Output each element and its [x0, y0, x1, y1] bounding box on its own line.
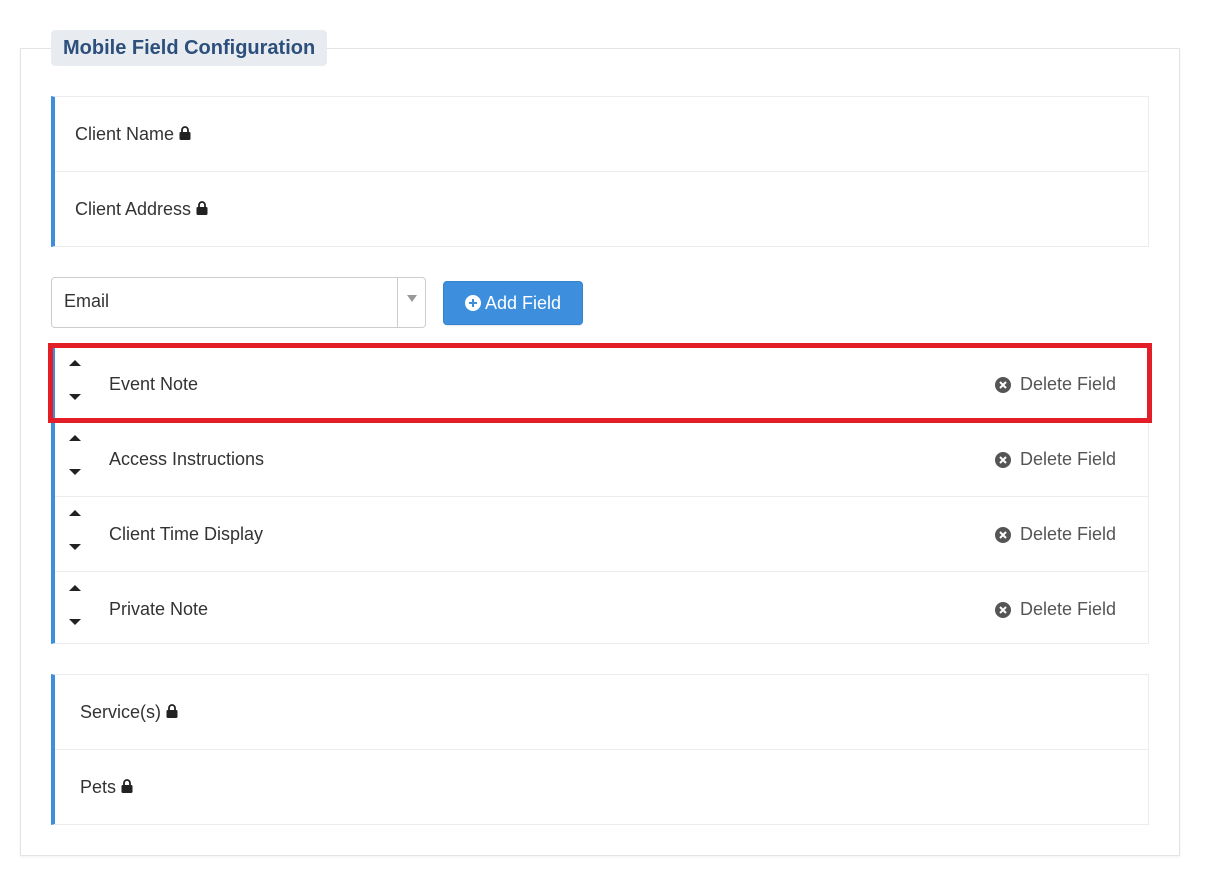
field-type-select[interactable]: Email: [51, 277, 426, 328]
delete-field-button[interactable]: Delete Field: [994, 572, 1116, 647]
field-type-selected-value: Email: [64, 291, 110, 311]
sort-handle: [69, 357, 83, 411]
locked-field-row: Client Address: [55, 172, 1148, 247]
lock-icon: [179, 124, 191, 145]
delete-field-label: Delete Field: [1019, 524, 1116, 544]
locked-fields-top: Client Name Client Address: [51, 96, 1149, 247]
field-label: Pets: [80, 777, 117, 797]
chevron-down-icon[interactable]: [407, 295, 417, 302]
field-label: Client Address: [75, 199, 192, 219]
caret-up-icon[interactable]: [69, 510, 81, 516]
locked-field-row: Pets: [55, 750, 1148, 825]
times-circle-icon: [994, 451, 1011, 468]
delete-field-button[interactable]: Delete Field: [994, 347, 1116, 422]
field-label: Client Name: [75, 123, 175, 144]
field-label: Service(s): [80, 701, 162, 722]
locked-fields-bottom: Service(s) Pets: [51, 674, 1149, 825]
sortable-field-row: Access Instructions Delete Field: [55, 422, 1148, 497]
sortable-field-row: Private Note Delete Field: [55, 572, 1148, 647]
sortable-field-row: Event Note Delete Field: [55, 347, 1148, 422]
delete-field-button[interactable]: Delete Field: [994, 497, 1116, 572]
delete-field-label: Delete Field: [1019, 449, 1116, 469]
plus-circle-icon: [464, 295, 481, 311]
add-field-button[interactable]: Add Field: [443, 281, 583, 325]
sortable-field-row: Client Time Display Delete Field: [55, 497, 1148, 572]
field-label: Event Note: [109, 374, 199, 394]
lock-icon: [196, 199, 208, 220]
times-circle-icon: [994, 526, 1011, 543]
times-circle-icon: [994, 376, 1011, 393]
sortable-fields: Event Note Delete Field Access Instructi…: [51, 346, 1149, 644]
delete-field-label: Delete Field: [1019, 374, 1116, 394]
field-label: Access Instructions: [109, 449, 265, 469]
caret-down-icon[interactable]: [69, 469, 81, 475]
caret-up-icon[interactable]: [69, 435, 81, 441]
times-circle-icon: [994, 601, 1011, 618]
caret-up-icon[interactable]: [69, 360, 81, 366]
sort-handle: [69, 507, 83, 561]
field-label: Private Note: [109, 599, 209, 619]
sort-handle: [69, 582, 83, 636]
add-field-label: Add Field: [484, 292, 562, 313]
panel-title: Mobile Field Configuration: [51, 30, 328, 66]
select-divider: [397, 278, 398, 327]
field-label: Client Time Display: [109, 524, 264, 544]
locked-field-row: Service(s): [55, 675, 1148, 750]
lock-icon: [166, 702, 178, 723]
sort-handle: [69, 432, 83, 486]
lock-icon: [121, 777, 133, 798]
caret-up-icon[interactable]: [69, 585, 81, 591]
delete-field-label: Delete Field: [1019, 599, 1116, 619]
caret-down-icon[interactable]: [69, 544, 81, 550]
delete-field-button[interactable]: Delete Field: [994, 422, 1116, 497]
locked-field-row: Client Name: [55, 97, 1148, 172]
caret-down-icon[interactable]: [69, 394, 81, 400]
caret-down-icon[interactable]: [69, 619, 81, 625]
